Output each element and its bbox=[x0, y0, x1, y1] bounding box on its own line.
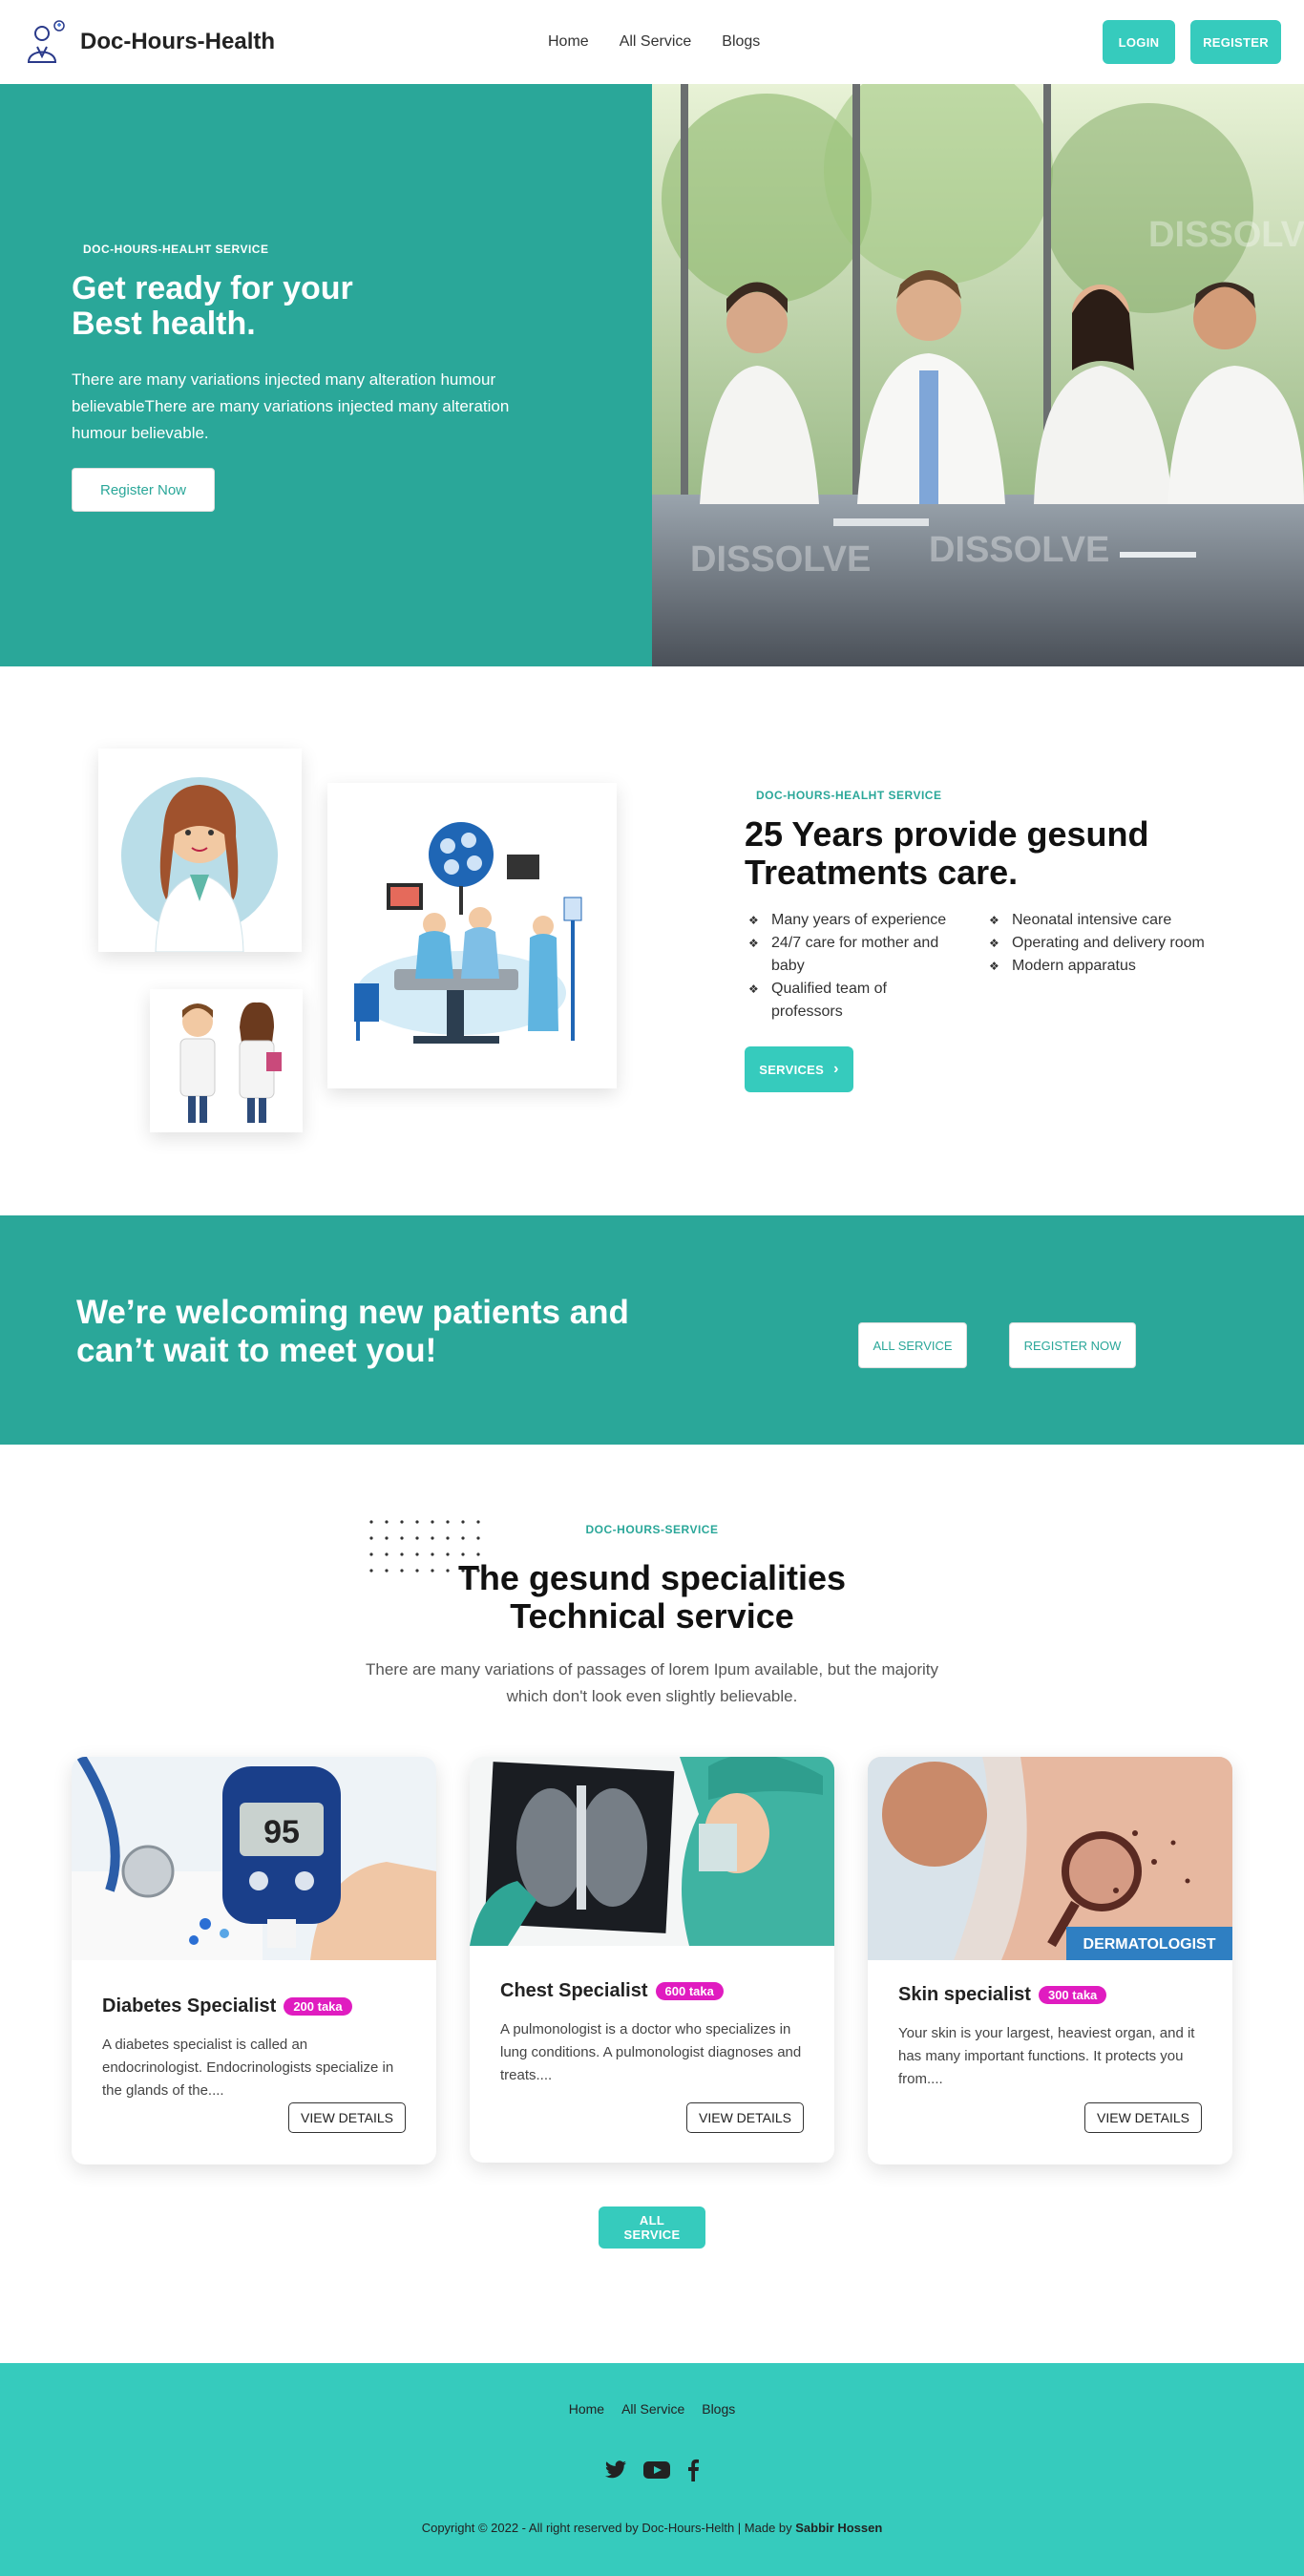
social-links bbox=[0, 2459, 1304, 2481]
doctor-logo-icon bbox=[27, 20, 65, 63]
nav-home-link[interactable]: Home bbox=[548, 33, 589, 51]
auth-buttons: LOGIN REGISTER bbox=[1103, 20, 1281, 64]
youtube-icon[interactable] bbox=[643, 2459, 670, 2481]
chest-xray-icon bbox=[470, 1757, 834, 1946]
hero-image-doctors-meeting: DISSOLVE DISSOLVE DISSOLVE bbox=[652, 84, 1304, 666]
all-service-button[interactable]: ALL SERVICE bbox=[858, 1322, 967, 1368]
glucose-meter-image: 95 bbox=[72, 1757, 436, 1960]
footer-home-link[interactable]: Home bbox=[569, 2401, 604, 2417]
footer-menu: Home All Service Blogs bbox=[0, 2401, 1304, 2417]
feature-item: Qualified team of professors bbox=[748, 978, 958, 1024]
register-now-cta-button[interactable]: REGISTER NOW bbox=[1009, 1322, 1136, 1368]
service-title: Diabetes Specialist 200 taka bbox=[102, 1995, 352, 2017]
welcome-title: We’re welcoming new patients and can’t w… bbox=[76, 1294, 629, 1369]
register-button[interactable]: REGISTER bbox=[1190, 20, 1281, 64]
view-details-button[interactable]: VIEW DETAILS bbox=[1084, 2102, 1202, 2133]
welcome-cta-section: We’re welcoming new patients and can’t w… bbox=[0, 1215, 1304, 1445]
price-badge: 600 taka bbox=[655, 1982, 724, 2000]
feature-item: 24/7 care for mother and baby bbox=[748, 932, 958, 978]
feature-item: Neonatal intensive care bbox=[989, 909, 1209, 932]
author-name: Sabbir Hossen bbox=[795, 2521, 883, 2535]
features-list-left: Many years of experience 24/7 care for m… bbox=[748, 909, 958, 1024]
all-service-bottom-button[interactable]: ALL SERVICE bbox=[599, 2206, 705, 2249]
register-now-button[interactable]: Register Now bbox=[72, 468, 215, 512]
svg-text:DISSOLVE: DISSOLVE bbox=[929, 530, 1109, 570]
dermatology-magnifier-icon: DERMATOLOGIST bbox=[868, 1757, 1232, 1960]
copyright-text: Copyright © 2022 - All right reserved by… bbox=[421, 2521, 883, 2535]
service-card-diabetes: 95 Diabetes Specialist 200 taka A diabete… bbox=[72, 1757, 436, 2164]
price-badge: 200 taka bbox=[284, 1997, 352, 2016]
chest-xray-image bbox=[470, 1757, 834, 1946]
doctors-meeting-photo: DISSOLVE DISSOLVE DISSOLVE bbox=[652, 84, 1304, 666]
service-card-skin: DERMATOLOGIST Skin specialist 300 taka Yo… bbox=[868, 1757, 1232, 2164]
hero-eyebrow: DOC-HOURS-HEALHT SERVICE bbox=[83, 243, 269, 256]
features-list-right: Neonatal intensive care Operating and de… bbox=[989, 909, 1209, 978]
female-doctor-icon bbox=[121, 777, 278, 953]
nav-blogs-link[interactable]: Blogs bbox=[722, 33, 760, 51]
nav-all-service-link[interactable]: All Service bbox=[620, 33, 692, 51]
brand-name: Doc-Hours-Health bbox=[80, 29, 276, 54]
services-button-label: SERVICES bbox=[759, 1062, 825, 1077]
service-description: Your skin is your largest, heaviest orga… bbox=[898, 2025, 1195, 2087]
logo[interactable]: Doc-Hours-Health bbox=[23, 18, 275, 66]
hero-text: There are many variations injected many … bbox=[72, 370, 510, 442]
dermatologist-image: DERMATOLOGIST bbox=[868, 1757, 1232, 1960]
feature-item: Modern apparatus bbox=[989, 955, 1209, 978]
surgery-room-illustration bbox=[327, 783, 617, 1088]
service-title: Chest Specialist 600 taka bbox=[500, 1980, 724, 2002]
about-eyebrow: DOC-HOURS-HEALHT SERVICE bbox=[756, 789, 942, 802]
female-doctor-illustration bbox=[98, 749, 302, 953]
doctor-couple-illustration bbox=[150, 989, 303, 1132]
services-title: The gesund specialities Technical service bbox=[457, 1558, 847, 1636]
watermark-text: DISSOLVE bbox=[690, 539, 871, 580]
dermatologist-tag: DERMATOLOGIST bbox=[1083, 1936, 1216, 1953]
about-title: 25 Years provide gesund Treatments care. bbox=[745, 814, 1149, 892]
facebook-icon[interactable] bbox=[685, 2459, 701, 2481]
footer: Home All Service Blogs Copyright © 2022 … bbox=[0, 2363, 1304, 2576]
footer-all-service-link[interactable]: All Service bbox=[621, 2401, 684, 2417]
about-section: DOC-HOURS-HEALHT SERVICE 25 Years provid… bbox=[0, 666, 1304, 1215]
svg-text:DISSOLVE: DISSOLVE bbox=[1148, 215, 1304, 255]
service-description: A pulmonologist is a doctor who speciali… bbox=[500, 2021, 802, 2083]
service-title: Skin specialist 300 taka bbox=[898, 1984, 1107, 2006]
footer-blogs-link[interactable]: Blogs bbox=[702, 2401, 735, 2417]
services-button[interactable]: SERVICES › bbox=[745, 1046, 853, 1092]
price-badge: 300 taka bbox=[1038, 1986, 1107, 2004]
meter-reading: 95 bbox=[263, 1814, 300, 1850]
services-eyebrow: DOC-HOURS-SERVICE bbox=[585, 1523, 719, 1536]
hero-content: DOC-HOURS-HEALHT SERVICE Get ready for y… bbox=[0, 84, 652, 666]
view-details-button[interactable]: VIEW DETAILS bbox=[288, 2102, 406, 2133]
glucose-meter-icon: 95 bbox=[72, 1757, 436, 1960]
hero-title: Get ready for your Best health. bbox=[72, 270, 353, 342]
main-menu: Home All Service Blogs bbox=[548, 33, 760, 51]
top-navbar: Doc-Hours-Health Home All Service Blogs … bbox=[0, 0, 1304, 84]
service-description: A diabetes specialist is called an endoc… bbox=[102, 2037, 394, 2099]
feature-item: Operating and delivery room bbox=[989, 932, 1209, 955]
hero-section: DOC-HOURS-HEALHT SERVICE Get ready for y… bbox=[0, 84, 1304, 666]
services-section: DOC-HOURS-SERVICE The gesund specialitie… bbox=[0, 1445, 1304, 2363]
surgery-room-icon bbox=[354, 822, 582, 1044]
twitter-icon[interactable] bbox=[603, 2459, 628, 2481]
login-button[interactable]: LOGIN bbox=[1103, 20, 1175, 64]
view-details-button[interactable]: VIEW DETAILS bbox=[686, 2102, 804, 2133]
chevron-right-icon: › bbox=[833, 1061, 839, 1077]
feature-item: Many years of experience bbox=[748, 909, 958, 932]
services-lead: There are many variations of passages of… bbox=[365, 1660, 938, 1705]
service-card-chest: Chest Specialist 600 taka A pulmonologist… bbox=[470, 1757, 834, 2163]
doctor-couple-icon bbox=[179, 1002, 282, 1123]
